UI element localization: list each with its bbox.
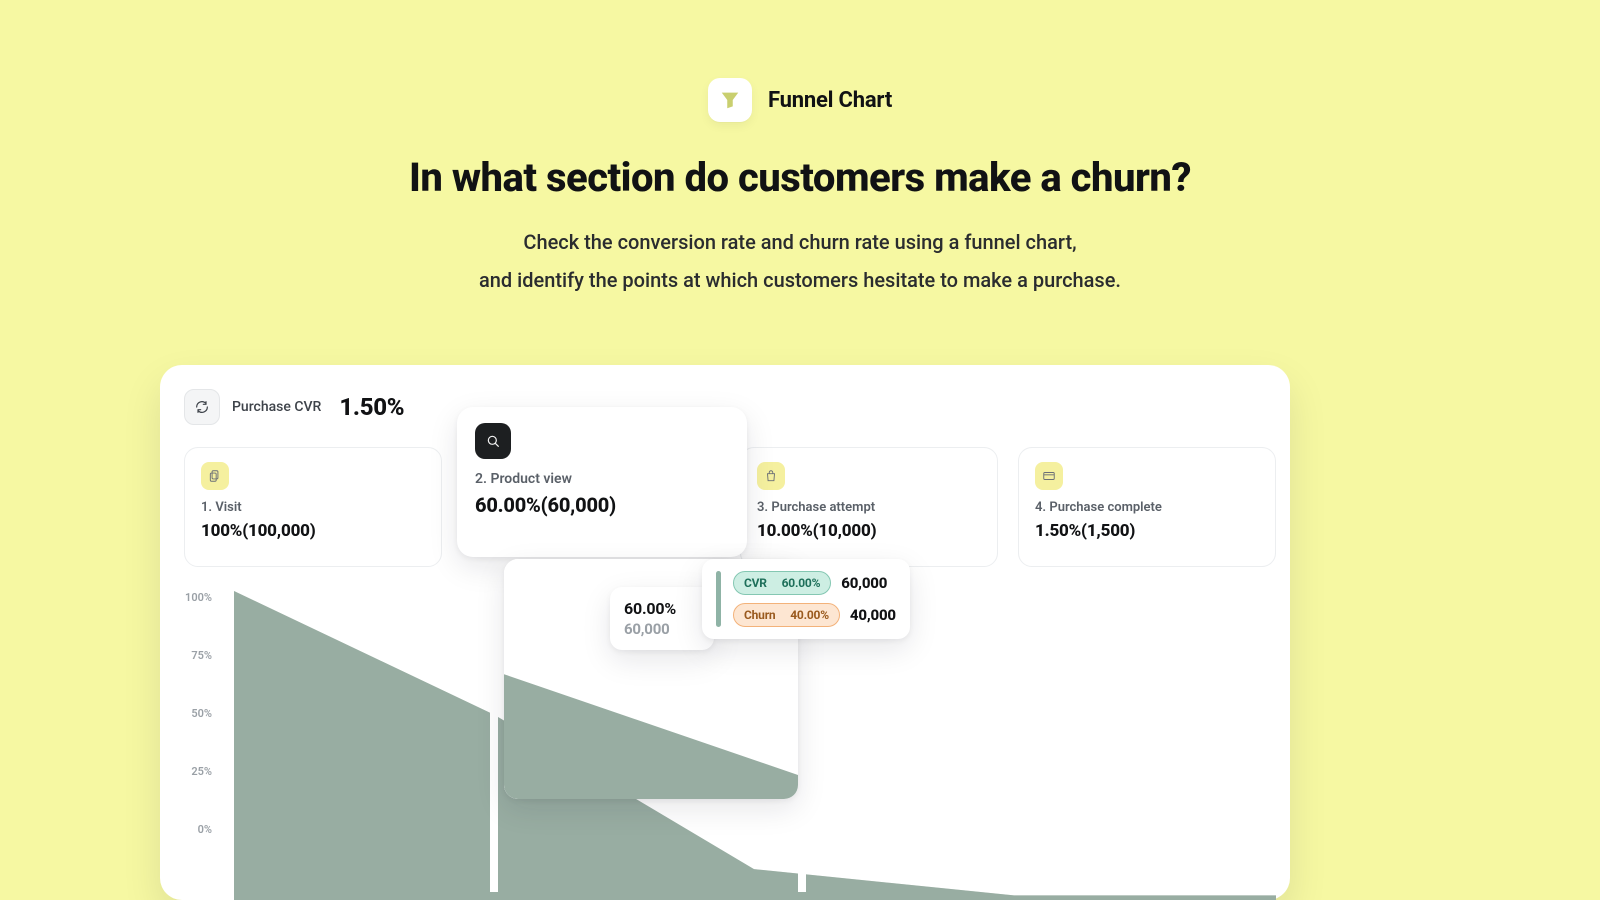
- tooltip-detail: CVR 60.00% 60,000 Churn 40.00% 40,000: [702, 559, 910, 639]
- step-value: 10.00%(10,000): [757, 521, 981, 541]
- segment-separator: [490, 591, 498, 892]
- y-axis: 100% 75% 50% 25% 0%: [178, 591, 218, 900]
- subcopy: Check the conversion rate and churn rate…: [300, 223, 1300, 299]
- tooltip-cvr-row: CVR 60.00% 60,000: [733, 571, 896, 595]
- headline: In what section do customers make a chur…: [0, 154, 1600, 201]
- step-title: 4. Purchase complete: [1035, 500, 1259, 515]
- step-value: 1.50%(1,500): [1035, 521, 1259, 541]
- funnel-icon: [719, 89, 741, 111]
- y-tick: 25%: [178, 765, 212, 778]
- step-card-purchase-attempt[interactable]: 3. Purchase attempt 10.00%(10,000): [740, 447, 998, 567]
- step-card-visit[interactable]: 1. Visit 100%(100,000): [184, 447, 442, 567]
- funnel-chart: 100% 75% 50% 25% 0%: [178, 591, 1272, 900]
- step-card-product-view-highlight[interactable]: 2. Product view 60.00%(60,000): [457, 407, 747, 557]
- funnel-logo: [708, 78, 752, 122]
- tooltip-detail-bar: [716, 571, 721, 627]
- dashboard-panel: Purchase CVR 1.50% 1. Visit 100%(100,000…: [160, 365, 1290, 900]
- step-value: 100%(100,000): [201, 521, 425, 541]
- copy-icon: [201, 462, 229, 490]
- refresh-chip[interactable]: [184, 389, 220, 425]
- cvr-count: 60,000: [841, 574, 887, 592]
- tooltip-count: 60,000: [624, 620, 700, 638]
- tooltip-churn-row: Churn 40.00% 40,000: [733, 603, 896, 627]
- hero: Funnel Chart In what section do customer…: [0, 0, 1600, 299]
- brand: Funnel Chart: [708, 78, 892, 122]
- churn-pill: Churn 40.00%: [733, 603, 840, 627]
- tooltip-percent: 60.00%: [624, 599, 700, 618]
- y-tick: 0%: [178, 823, 212, 836]
- step-card-purchase-complete[interactable]: 4. Purchase complete 1.50%(1,500): [1018, 447, 1276, 567]
- y-tick: 50%: [178, 707, 212, 720]
- search-icon: [475, 423, 511, 459]
- tooltip-simple: 60.00% 60,000: [610, 587, 714, 650]
- refresh-icon: [194, 399, 210, 415]
- step-title: 3. Purchase attempt: [757, 500, 981, 515]
- churn-count: 40,000: [850, 606, 896, 624]
- step-title: 2. Product view: [475, 471, 729, 487]
- kpi-label: Purchase CVR: [232, 399, 321, 415]
- brand-name: Funnel Chart: [768, 88, 892, 113]
- plot-area[interactable]: 60.00% 60,000 CVR 60.00% 60,000 Churn 40…: [234, 591, 1272, 900]
- segment-separator: [1054, 591, 1062, 892]
- y-tick: 75%: [178, 649, 212, 662]
- bag-icon: [757, 462, 785, 490]
- step-title: 1. Visit: [201, 500, 425, 515]
- cvr-pill: CVR 60.00%: [733, 571, 831, 595]
- y-tick: 100%: [178, 591, 212, 604]
- kpi-value: 1.50%: [339, 393, 404, 421]
- card-icon: [1035, 462, 1063, 490]
- step-value: 60.00%(60,000): [475, 493, 729, 517]
